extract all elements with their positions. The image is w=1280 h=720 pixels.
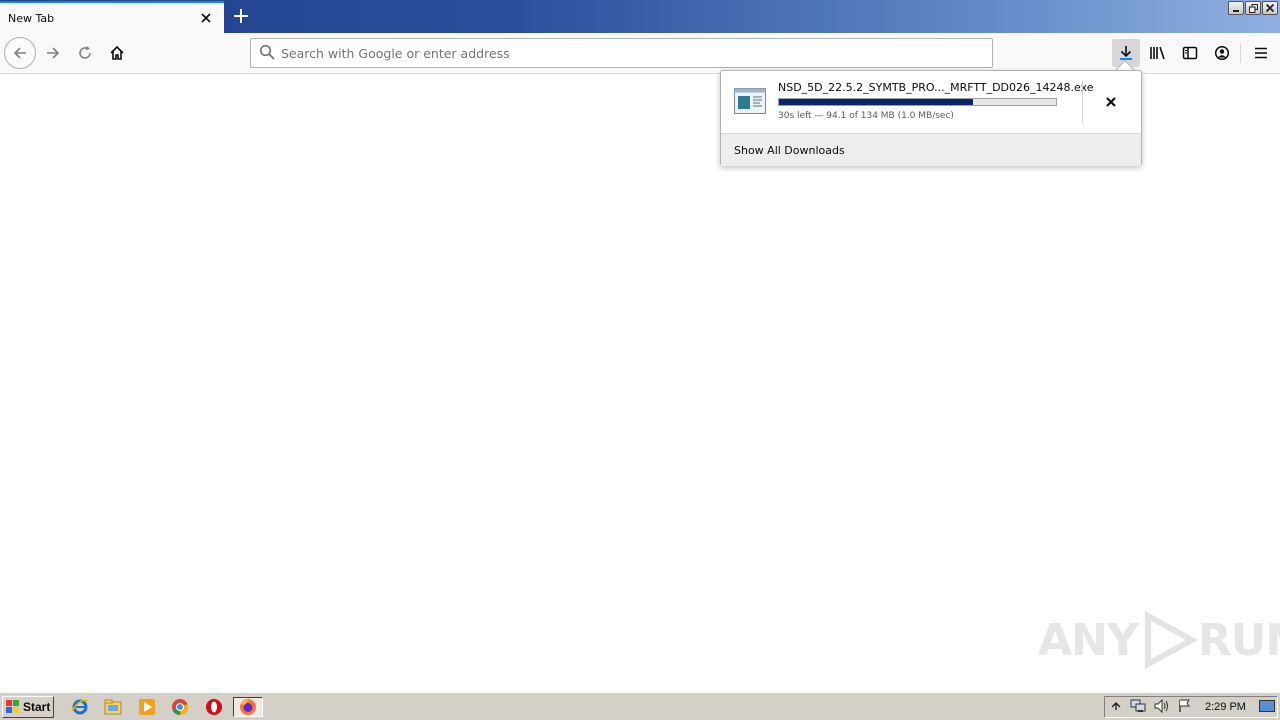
system-tray: [1104, 696, 1278, 718]
action-center-flag-icon[interactable]: [1178, 699, 1192, 716]
media-player-icon[interactable]: [136, 697, 158, 717]
download-item[interactable]: NSD_5D_22.5.2_SYMTB_PRO..._MRFTT_DD026_1…: [721, 71, 1141, 133]
new-tab-button[interactable]: [229, 4, 253, 28]
sidebar-icon[interactable]: [1176, 39, 1204, 67]
download-progress-fill: [779, 99, 974, 105]
library-icon[interactable]: [1144, 39, 1172, 67]
exe-file-icon: [734, 88, 766, 114]
tab-title: New Tab: [8, 11, 55, 25]
network-icon[interactable]: [1130, 699, 1146, 716]
download-filename: NSD_5D_22.5.2_SYMTB_PRO..._MRFTT_DD026_1…: [778, 81, 1094, 94]
download-progress-bar: [778, 98, 1057, 106]
show-hidden-icons-icon[interactable]: [1111, 700, 1121, 714]
reload-button[interactable]: [69, 37, 101, 69]
forward-button[interactable]: [37, 37, 69, 69]
chrome-icon[interactable]: [169, 697, 191, 717]
firefox-icon[interactable]: [233, 697, 263, 717]
watermark-left-text: ANY: [1038, 614, 1139, 666]
show-all-downloads-button[interactable]: Show All Downloads: [721, 133, 1141, 166]
ie-icon[interactable]: [69, 697, 91, 717]
downloads-panel: NSD_5D_22.5.2_SYMTB_PRO..._MRFTT_DD026_1…: [720, 70, 1142, 166]
download-status: 30s left — 94.1 of 134 MB (1.0 MB/sec): [778, 111, 954, 121]
tab-strip: New Tab: [0, 0, 1280, 33]
account-icon[interactable]: [1208, 39, 1236, 67]
home-button[interactable]: [101, 37, 133, 69]
taskbar-clock[interactable]: 2:29 PM: [1205, 701, 1246, 713]
volume-icon[interactable]: [1154, 698, 1170, 716]
start-button[interactable]: Start: [2, 696, 54, 718]
back-button[interactable]: [4, 37, 36, 69]
hamburger-menu-icon[interactable]: [1247, 39, 1275, 67]
download-item-divider: [1082, 81, 1083, 123]
show-all-downloads-label: Show All Downloads: [734, 143, 845, 157]
toolbar-divider: [1240, 43, 1241, 63]
show-desktop-icon[interactable]: [1259, 699, 1275, 715]
cancel-download-icon[interactable]: [1097, 88, 1125, 116]
start-label: Start: [23, 700, 51, 714]
play-logo-icon: [1144, 610, 1198, 670]
minimize-button[interactable]: [1228, 1, 1244, 15]
tab-new-tab[interactable]: New Tab: [0, 1, 224, 33]
address-input[interactable]: [281, 45, 961, 61]
window-controls: [1228, 1, 1278, 15]
search-icon: [259, 44, 275, 63]
explorer-icon[interactable]: [102, 697, 124, 717]
navigation-toolbar: [0, 33, 1280, 74]
watermark-right-text: RUN: [1197, 614, 1280, 666]
close-window-button[interactable]: [1262, 1, 1278, 15]
opera-icon[interactable]: [203, 697, 225, 717]
restore-button[interactable]: [1245, 1, 1261, 15]
address-bar[interactable]: [250, 38, 993, 68]
tab-close-icon[interactable]: [194, 6, 218, 30]
windows-taskbar: Start 2:29 PM: [0, 692, 1280, 720]
anyrun-watermark: ANY RUN: [1038, 610, 1280, 670]
windows-logo-icon: [6, 700, 19, 713]
